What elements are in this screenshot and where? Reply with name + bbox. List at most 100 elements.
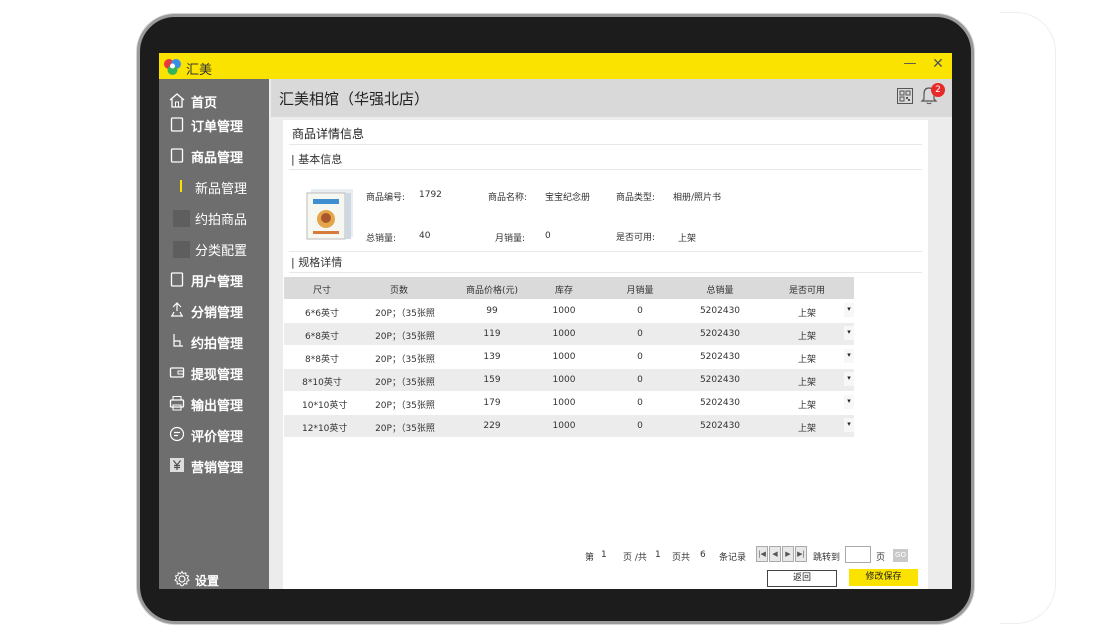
wallet-icon [169, 367, 185, 378]
table-cell: 1000 [552, 421, 576, 431]
table-cell: 20P；（35张照 [375, 378, 435, 388]
next-page-button[interactable]: ▶ [782, 546, 794, 562]
dropdown-arrow-icon[interactable]: ▾ [844, 395, 854, 409]
table-cell[interactable]: 上架 [782, 398, 832, 411]
product-thumbnail [306, 189, 353, 240]
table-cell: 20P；（35张照 [375, 309, 435, 319]
table-cell[interactable]: 上架 [782, 375, 832, 388]
table-row: 10*10英寸 20P；（35张照 179 1000 0 5202430 上架 ▾ [284, 392, 854, 414]
sidebar-item-label: 评价管理 [191, 430, 244, 445]
sidebar-item-label: 订单管理 [191, 120, 244, 135]
table-cell: 179 [483, 398, 501, 408]
table-cell[interactable]: 上架 [782, 306, 832, 319]
sidebar-item-new-goods[interactable]: 新品管理 [159, 173, 269, 199]
placeholder-icon [173, 210, 190, 227]
table-cell: 5202430 [699, 306, 741, 316]
sidebar-item-goods[interactable]: 商品管理 [159, 142, 269, 168]
column-header: 页数 [389, 286, 408, 296]
last-page-button[interactable]: ▶| [795, 546, 807, 562]
sidebar-item-label: 商品管理 [191, 151, 244, 166]
dropdown-arrow-icon[interactable]: ▾ [844, 303, 854, 317]
sidebar-item-label: 设置 [195, 574, 220, 588]
divider [289, 144, 922, 145]
table-cell: 5202430 [699, 421, 741, 431]
name-label: 商品名称: [488, 193, 528, 203]
jump-page-input[interactable] [845, 546, 871, 563]
table-cell: 12*10英寸 [302, 424, 348, 434]
qr-code-icon[interactable] [897, 88, 913, 104]
sidebar-item-label: 约拍管理 [191, 337, 244, 352]
table-cell: 1000 [552, 329, 576, 339]
available-value: 上架 [678, 234, 697, 244]
app-window: 汇美 — ✕ 首页 订单管理 商品管理 新品管理 约拍商品 分类配置 用户管理 … [159, 53, 952, 589]
close-icon[interactable]: ✕ [930, 56, 946, 72]
sidebar-item-appointment-goods[interactable]: 约拍商品 [159, 204, 269, 230]
dropdown-arrow-icon[interactable]: ▾ [844, 326, 854, 340]
table-cell: 5202430 [699, 398, 741, 408]
sidebar-item-appointments[interactable]: 约拍管理 [159, 328, 269, 354]
table-cell: 0 [637, 421, 643, 431]
column-header: 尺寸 [312, 286, 331, 296]
code-label: 商品编号: [366, 193, 406, 203]
dropdown-arrow-icon[interactable]: ▾ [844, 372, 854, 386]
app-logo-icon [164, 59, 181, 75]
sidebar-item-reviews[interactable]: 评价管理 [159, 421, 269, 447]
sidebar-item-marketing[interactable]: 营销管理 [159, 452, 269, 478]
sidebar-item-label: 新品管理 [195, 182, 248, 197]
sidebar-item-users[interactable]: 用户管理 [159, 266, 269, 292]
page-title: 汇美相馆（华强北店） [279, 90, 430, 108]
main-content: 商品详情信息 | 基本信息 商品编号: 1792 商品名称: 宝宝纪念册 商品类… [283, 120, 928, 589]
save-button[interactable]: 修改保存 [849, 569, 918, 586]
go-button[interactable]: GO [893, 549, 908, 562]
sidebar-item-label: 首页 [191, 96, 218, 111]
sidebar-item-settings[interactable]: 设置 [159, 568, 269, 589]
column-header: 商品价格(元) [465, 286, 519, 296]
table-row: 8*10英寸 20P；（35张照 159 1000 0 5202430 上架 ▾ [284, 369, 854, 391]
table-cell: 1000 [552, 352, 576, 362]
sidebar-item-label: 约拍商品 [195, 213, 248, 228]
goods-icon [170, 148, 184, 163]
sidebar-item-output[interactable]: 输出管理 [159, 390, 269, 416]
back-button[interactable]: 返回 [767, 570, 837, 587]
table-cell: 1000 [552, 398, 576, 408]
table-cell[interactable]: 上架 [782, 329, 832, 342]
minimize-icon[interactable]: — [902, 56, 918, 72]
table-cell[interactable]: 上架 [782, 352, 832, 365]
yen-icon [170, 458, 184, 472]
table-cell: 0 [637, 398, 643, 408]
prev-page-button[interactable]: ◀ [769, 546, 781, 562]
type-value: 相册/照片书 [673, 193, 722, 203]
printer-icon [169, 396, 185, 411]
table-row: 12*10英寸 20P；（35张照 229 1000 0 5202430 上架 ▾ [284, 415, 854, 437]
table-cell: 8*10英寸 [302, 378, 342, 388]
sidebar-item-distribution[interactable]: 分销管理 [159, 297, 269, 323]
dropdown-arrow-icon[interactable]: ▾ [844, 418, 854, 432]
page-header: 汇美相馆（华强北店） 2 [271, 79, 952, 117]
first-page-button[interactable]: |◀ [756, 546, 768, 562]
sidebar-item-orders[interactable]: 订单管理 [159, 111, 269, 137]
table-cell: 20P；（35张照 [375, 424, 435, 434]
page-count-prefix: 页共 [672, 553, 691, 563]
table-cell: 1000 [552, 375, 576, 385]
table-cell[interactable]: 上架 [782, 421, 832, 434]
sidebar-item-withdraw[interactable]: 提现管理 [159, 359, 269, 385]
sidebar-item-category-config[interactable]: 分类配置 [159, 235, 269, 261]
table-row: 6*6英寸 20P；（35张照 99 1000 0 5202430 上架 ▾ [284, 300, 854, 322]
current-page: 1 [601, 550, 607, 560]
table-cell: 139 [483, 352, 501, 362]
table-cell: 5202430 [699, 375, 741, 385]
table-cell: 99 [486, 306, 498, 316]
table-cell: 5202430 [699, 352, 741, 362]
table-header: 尺寸 页数 商品价格(元) 库存 月销量 总销量 是否可用 [284, 277, 854, 299]
code-value: 1792 [419, 190, 442, 200]
page-total-prefix: 页 /共 [623, 553, 647, 563]
column-header: 是否可用 [788, 286, 825, 296]
active-indicator [180, 180, 182, 192]
jump-suffix: 页 [876, 553, 886, 563]
sidebar-item-home[interactable]: 首页 [159, 87, 269, 113]
dropdown-arrow-icon[interactable]: ▾ [844, 349, 854, 363]
total-sales-label: 总销量: [366, 234, 397, 244]
home-icon [169, 93, 185, 108]
column-header: 月销量 [626, 286, 654, 296]
monthly-sales-value: 0 [545, 231, 551, 241]
